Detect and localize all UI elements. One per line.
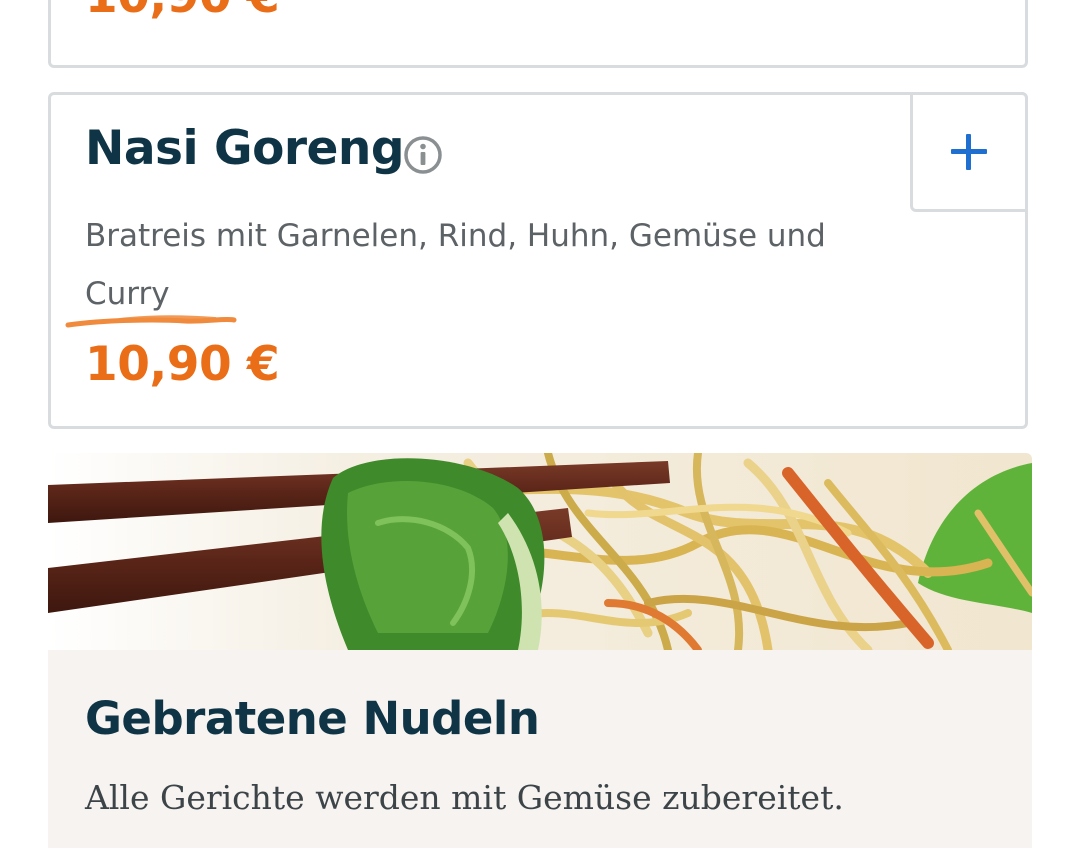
info-icon[interactable] <box>403 135 443 175</box>
add-to-cart-button[interactable] <box>910 92 1028 212</box>
highlight-underline <box>65 315 237 328</box>
item-price: 10,90 € <box>85 0 280 24</box>
category-title: Gebratene Nudeln <box>85 692 540 745</box>
item-price: 10,90 € <box>85 337 280 392</box>
item-description: Bratreis mit Garnelen, Rind, Huhn, Gemüs… <box>85 218 826 312</box>
plus-icon <box>951 134 987 170</box>
item-name: Nasi Goreng <box>85 121 405 176</box>
category-header: Gebratene Nudeln Alle Gerichte werden mi… <box>48 650 1032 848</box>
category-section: Gebratene Nudeln Alle Gerichte werden mi… <box>48 453 1032 848</box>
category-note: Alle Gerichte werden mit Gemüse zubereit… <box>85 778 844 817</box>
menu-item-card[interactable]: Nasi Goreng Bratreis mit Garnelen, Rind,… <box>48 92 1028 429</box>
menu-item-card-previous[interactable]: 10,90 € <box>48 0 1028 68</box>
category-image-noodles <box>48 453 1032 650</box>
